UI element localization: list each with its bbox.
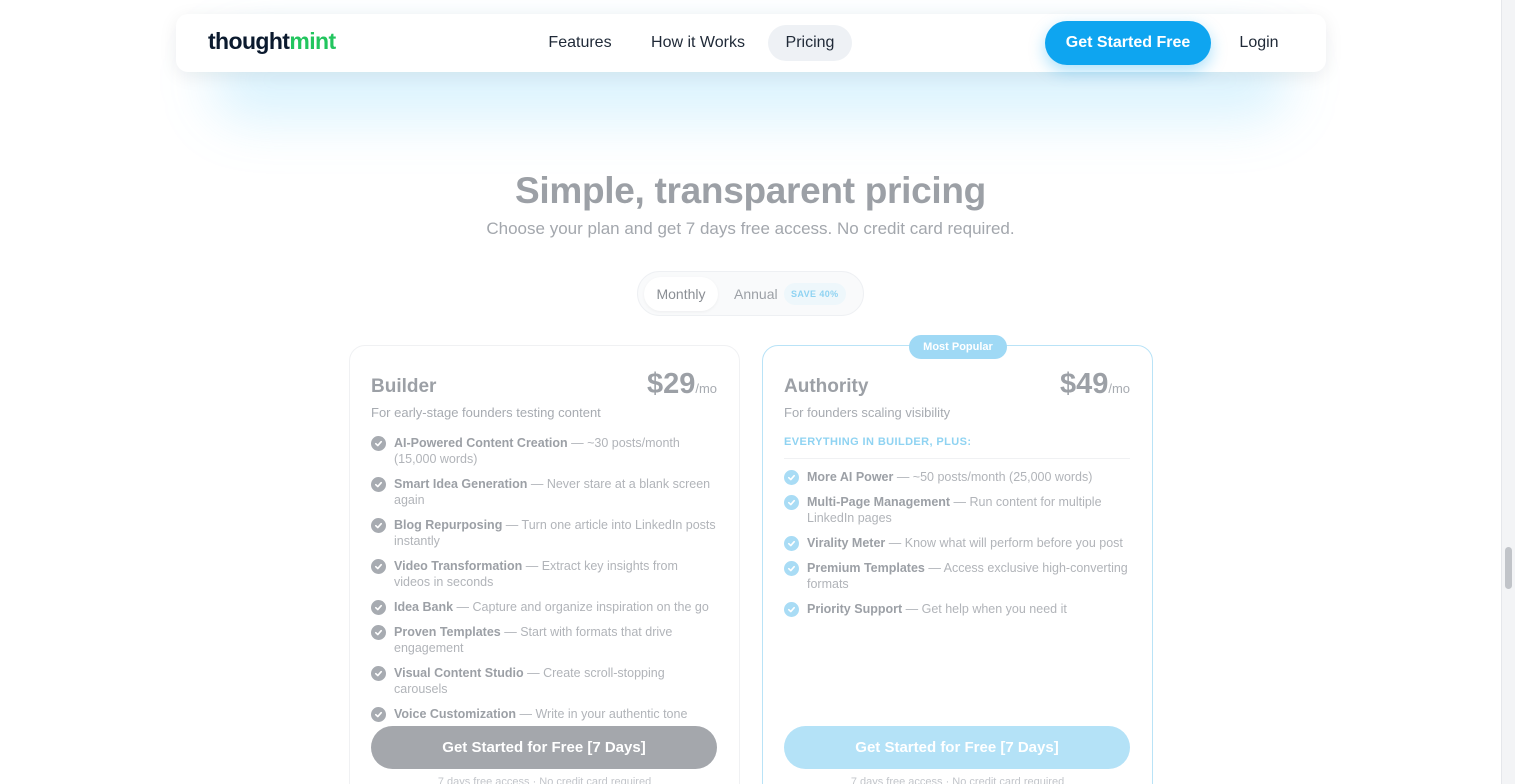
feature-item: Virality Meter — Know what will perform … xyxy=(784,535,1130,551)
check-icon xyxy=(371,600,386,615)
divider xyxy=(784,458,1130,459)
price-period: /mo xyxy=(1108,381,1130,396)
feature-name: Priority Support xyxy=(807,602,903,616)
feature-item: Priority Support — Get help when you nee… xyxy=(784,601,1130,617)
pricing-subtitle: Choose your plan and get 7 days free acc… xyxy=(486,219,1015,238)
feature-item: AI-Powered Content Creation — ~30 posts/… xyxy=(371,435,717,467)
page-scrollbar[interactable] xyxy=(1501,0,1515,784)
feature-item: Multi-Page Management — Run content for … xyxy=(784,494,1130,526)
feature-item: Idea Bank — Capture and organize inspira… xyxy=(371,599,717,615)
feature-item: Voice Customization — Write in your auth… xyxy=(371,706,717,722)
check-icon xyxy=(371,625,386,640)
billing-toggle: Monthly Annual SAVE 40% xyxy=(637,271,864,316)
check-icon xyxy=(371,707,386,722)
annual-toggle-option[interactable]: Annual xyxy=(734,277,778,311)
logo[interactable]: thoughtmint xyxy=(208,28,336,55)
price-amount: $29 xyxy=(646,368,696,400)
plan-card-builder: Builder $29/mo For early-stage founders … xyxy=(349,345,740,784)
feature-name: Multi-Page Management xyxy=(807,495,951,509)
feature-name: Premium Templates xyxy=(807,561,925,575)
login-link[interactable]: Login xyxy=(1234,25,1284,61)
plan-card-authority: Most Popular Authority $49/mo For founde… xyxy=(762,335,1153,784)
feature-name: AI-Powered Content Creation xyxy=(394,436,568,450)
save-badge: SAVE 40% xyxy=(784,283,846,305)
feature-name: Video Transformation xyxy=(394,559,523,573)
plan-description: For early-stage founders testing content xyxy=(371,405,601,420)
price-period: /mo xyxy=(695,381,717,396)
feature-name: Visual Content Studio xyxy=(394,666,524,680)
everything-in-builder-label: EVERYTHING IN BUILDER, PLUS: xyxy=(784,436,972,448)
check-icon xyxy=(784,495,799,510)
feature-item: More AI Power — ~50 posts/month (25,000 … xyxy=(784,469,1130,485)
card-note: 7 days free access · No credit card requ… xyxy=(850,776,1065,784)
scrollbar-thumb[interactable] xyxy=(1505,547,1512,589)
feature-item: Proven Templates — Start with formats th… xyxy=(371,624,717,656)
check-icon xyxy=(784,602,799,617)
check-icon xyxy=(371,477,386,492)
feature-name: Voice Customization xyxy=(394,707,517,721)
plan-description: For founders scaling visibility xyxy=(784,405,951,420)
price-amount: $49 xyxy=(1059,368,1109,400)
monthly-toggle-option[interactable]: Monthly xyxy=(644,277,718,311)
check-icon xyxy=(371,559,386,574)
pricing-title: Simple, transparent pricing xyxy=(515,170,986,211)
top-navigation: thoughtmint Features How it Works Pricin… xyxy=(176,14,1326,72)
check-icon xyxy=(784,561,799,576)
logo-text-thought: thought xyxy=(208,28,290,54)
feature-name: Virality Meter xyxy=(807,536,886,550)
feature-name: Smart Idea Generation xyxy=(394,477,528,491)
feature-detail: — Get help when you need it xyxy=(902,602,1067,616)
most-popular-badge: Most Popular xyxy=(909,335,1007,359)
nav-link-how-it-works[interactable]: How it Works xyxy=(644,25,752,61)
feature-detail: — Know what will perform before you post xyxy=(885,536,1123,550)
nav-link-pricing[interactable]: Pricing xyxy=(768,25,852,61)
plan-name: Builder xyxy=(371,376,437,397)
get-started-free-button[interactable]: Get Started Free xyxy=(1045,21,1211,65)
feature-name: Blog Repurposing xyxy=(394,518,503,532)
authority-get-started-button[interactable]: Get Started for Free [7 Days] xyxy=(784,726,1130,769)
check-icon xyxy=(784,536,799,551)
logo-text-mint: mint xyxy=(289,28,336,54)
feature-item: Premium Templates — Access exclusive hig… xyxy=(784,560,1130,592)
card-note: 7 days free access · No credit card requ… xyxy=(437,776,652,784)
check-icon xyxy=(784,470,799,485)
feature-list: More AI Power — ~50 posts/month (25,000 … xyxy=(784,469,1130,626)
feature-name: More AI Power xyxy=(807,470,894,484)
feature-item: Video Transformation — Extract key insig… xyxy=(371,558,717,590)
feature-item: Smart Idea Generation — Never stare at a… xyxy=(371,476,717,508)
plan-name: Authority xyxy=(784,376,869,397)
feature-detail: — Write in your authentic tone xyxy=(516,707,688,721)
feature-item: Visual Content Studio — Create scroll-st… xyxy=(371,665,717,697)
feature-list: AI-Powered Content Creation — ~30 posts/… xyxy=(371,435,717,731)
feature-detail: — Capture and organize inspiration on th… xyxy=(453,600,709,614)
plan-price: $49/mo xyxy=(1060,368,1130,401)
feature-name: Proven Templates xyxy=(394,625,501,639)
check-icon xyxy=(371,436,386,451)
plan-price: $29/mo xyxy=(647,368,717,401)
nav-link-features[interactable]: Features xyxy=(536,25,624,61)
check-icon xyxy=(371,666,386,681)
feature-item: Blog Repurposing — Turn one article into… xyxy=(371,517,717,549)
feature-name: Idea Bank xyxy=(394,600,454,614)
check-icon xyxy=(371,518,386,533)
builder-get-started-button[interactable]: Get Started for Free [7 Days] xyxy=(371,726,717,769)
feature-detail: — ~50 posts/month (25,000 words) xyxy=(893,470,1093,484)
